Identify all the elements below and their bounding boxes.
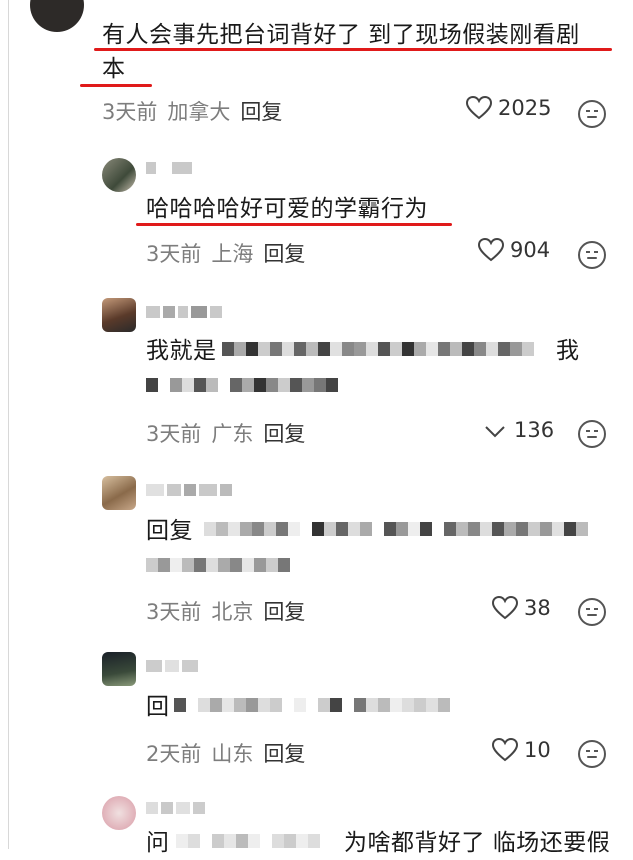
comment-location: 山东: [211, 742, 254, 766]
comment-text: 我就是: [146, 334, 217, 368]
reply-button[interactable]: 回复: [263, 596, 305, 626]
redacted-text: [204, 522, 588, 536]
avatar[interactable]: [102, 158, 136, 192]
heart-icon: [492, 738, 518, 762]
like-count: 10: [524, 738, 551, 762]
comment-text: 问: [146, 826, 170, 860]
comment-meta: 3天前 广东 回复: [146, 418, 305, 448]
like-count: 904: [510, 238, 551, 262]
redacted-text: [222, 342, 534, 356]
username-redacted: [146, 304, 222, 320]
emoji-face-icon[interactable]: [578, 740, 606, 768]
heart-icon: [478, 238, 504, 262]
comment-time: 3天前: [146, 422, 202, 446]
comment-location: 上海: [211, 242, 254, 266]
comment-text: 回复: [146, 514, 193, 548]
comment-meta: 3天前 上海 回复: [146, 238, 305, 268]
comment-text-start: 问: [146, 830, 170, 856]
comment-time: 3天前: [146, 242, 202, 266]
comment-text-line: 本: [102, 56, 126, 82]
username-redacted: [146, 658, 198, 674]
avatar[interactable]: [30, 0, 84, 32]
comment-text-start: 回复: [146, 518, 193, 544]
comment-time: 3天前: [102, 100, 158, 124]
reply-button[interactable]: 回复: [240, 96, 282, 126]
heart-icon: [492, 596, 518, 620]
comment-text: 回: [146, 690, 170, 724]
highlight-underline: [80, 84, 152, 87]
avatar[interactable]: [102, 796, 136, 830]
comment-text-start: 我就是: [146, 338, 217, 364]
comment-time: 2天前: [146, 742, 202, 766]
username-redacted: [146, 800, 205, 816]
scroll-edge: [8, 0, 9, 849]
reply-button[interactable]: 回复: [263, 418, 305, 448]
comment-meta: 2天前 山东 回复: [146, 738, 305, 768]
comment-text-line: 有人会事先把台词背好了 到了现场假装刚看剧: [102, 22, 580, 48]
avatar[interactable]: [102, 652, 136, 686]
comment-text-end: 为啥都背好了 临场还要假: [344, 830, 611, 856]
highlight-underline: [94, 48, 612, 51]
username-redacted: [146, 482, 232, 498]
highlight-underline: [136, 223, 452, 226]
comment-location: 加拿大: [167, 100, 231, 124]
comment-location: 广东: [211, 422, 254, 446]
avatar[interactable]: [102, 298, 136, 332]
username-redacted: [146, 160, 192, 176]
comment-meta: 3天前 北京 回复: [146, 596, 305, 626]
emoji-face-icon[interactable]: [578, 100, 606, 128]
redacted-text: [146, 558, 290, 572]
like-count: 38: [524, 596, 551, 620]
comment-location: 北京: [211, 600, 254, 624]
emoji-face-icon[interactable]: [578, 598, 606, 626]
like-count: 136: [514, 418, 555, 442]
like-count: 2025: [498, 96, 552, 120]
emoji-face-icon[interactable]: [578, 420, 606, 448]
comment-text-end: 我: [556, 338, 580, 364]
comment-time: 3天前: [146, 600, 202, 624]
like-button[interactable]: 136: [482, 418, 554, 442]
redacted-text: [146, 378, 338, 392]
redacted-text: [174, 698, 450, 712]
comment-text: 哈哈哈哈好可爱的学霸行为: [146, 196, 428, 222]
reply-button[interactable]: 回复: [263, 738, 305, 768]
reply-button[interactable]: 回复: [263, 238, 305, 268]
like-button[interactable]: 10: [492, 738, 551, 762]
comment-meta: 3天前 加拿大 回复: [102, 96, 282, 126]
comment-text: 有人会事先把台词背好了 到了现场假装刚看剧 本: [102, 18, 612, 86]
avatar[interactable]: [102, 476, 136, 510]
redacted-text: [176, 834, 320, 848]
like-button[interactable]: 38: [492, 596, 551, 620]
like-button[interactable]: 2025: [466, 96, 551, 120]
heart-icon: [466, 96, 492, 120]
emoji-face-icon[interactable]: [578, 241, 606, 269]
chevron-down-icon: [485, 426, 505, 438]
like-button[interactable]: 904: [478, 238, 550, 262]
comment-text-start: 回: [146, 694, 170, 720]
